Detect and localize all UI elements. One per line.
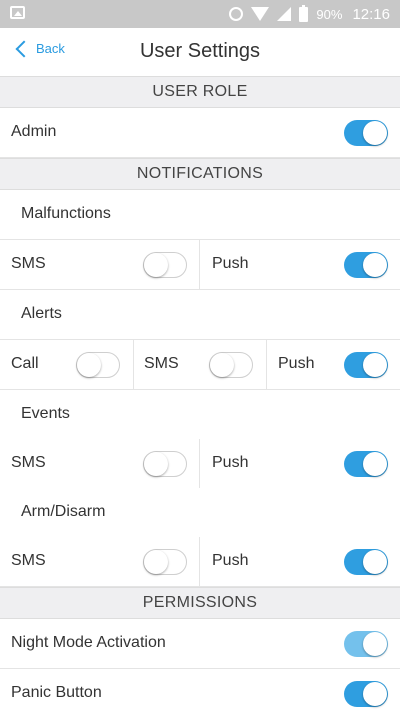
panic-button-row: Panic Button	[0, 669, 400, 711]
malfunctions-push-cell: Push	[200, 240, 400, 289]
events-sms-cell: SMS	[0, 439, 199, 488]
events-push-label: Push	[212, 454, 249, 471]
alerts-header-row: Alerts	[0, 290, 400, 340]
panic-button-toggle[interactable]	[344, 681, 388, 707]
malfunctions-push-label: Push	[212, 255, 249, 272]
malfunctions-header-row: Malfunctions	[0, 190, 400, 240]
admin-toggle[interactable]	[344, 120, 388, 146]
battery-percent: 90%	[316, 6, 343, 22]
arm-disarm-sms-label: SMS	[11, 552, 46, 569]
events-header-row: Events	[0, 390, 400, 440]
arm-disarm-options-row: SMS Push	[0, 537, 400, 587]
night-mode-label: Night Mode Activation	[11, 634, 166, 651]
alerts-sms-label: SMS	[144, 355, 179, 372]
section-header-permissions: PERMISSIONS	[0, 587, 400, 619]
admin-label: Admin	[11, 123, 57, 140]
arm-disarm-label: Arm/Disarm	[21, 503, 106, 520]
malfunctions-sms-cell: SMS	[0, 240, 199, 289]
malfunctions-options-row: SMS Push	[0, 240, 400, 290]
clock: 12:16	[352, 5, 390, 23]
alerts-label: Alerts	[21, 305, 62, 322]
events-push-toggle[interactable]	[344, 451, 388, 477]
arm-disarm-push-toggle[interactable]	[344, 549, 388, 575]
night-mode-toggle[interactable]	[344, 631, 388, 657]
battery-icon	[299, 4, 309, 22]
section-header-user-role: USER ROLE	[0, 76, 400, 108]
arm-disarm-header-row: Arm/Disarm	[0, 488, 400, 538]
signal-icon	[277, 7, 292, 21]
alarm-icon	[229, 7, 244, 21]
section-header-notifications: NOTIFICATIONS	[0, 158, 400, 190]
arm-disarm-push-cell: Push	[200, 537, 400, 586]
alerts-call-toggle[interactable]	[76, 352, 120, 378]
status-icons: 90% 12:16	[229, 3, 390, 25]
events-options-row: SMS Push	[0, 439, 400, 489]
malfunctions-push-toggle[interactable]	[344, 252, 388, 278]
app-header: Back User Settings	[0, 28, 400, 76]
alerts-call-cell: Call	[0, 340, 133, 389]
alerts-push-toggle[interactable]	[344, 352, 388, 378]
alerts-push-label: Push	[278, 355, 315, 372]
alerts-push-cell: Push	[267, 340, 400, 389]
night-mode-row: Night Mode Activation	[0, 619, 400, 669]
alerts-sms-toggle[interactable]	[209, 352, 253, 378]
alerts-call-label: Call	[11, 355, 39, 372]
malfunctions-sms-toggle[interactable]	[143, 252, 187, 278]
events-push-cell: Push	[200, 439, 400, 488]
arm-disarm-sms-cell: SMS	[0, 537, 199, 586]
wifi-icon	[251, 7, 270, 21]
malfunctions-sms-label: SMS	[11, 255, 46, 272]
malfunctions-label: Malfunctions	[21, 205, 111, 222]
admin-row: Admin	[0, 108, 400, 158]
events-label: Events	[21, 405, 70, 422]
events-sms-toggle[interactable]	[143, 451, 187, 477]
arm-disarm-push-label: Push	[212, 552, 249, 569]
arm-disarm-sms-toggle[interactable]	[143, 549, 187, 575]
events-sms-label: SMS	[11, 454, 46, 471]
image-icon	[10, 6, 25, 19]
alerts-sms-cell: SMS	[134, 340, 266, 389]
alerts-options-row: Call SMS Push	[0, 340, 400, 390]
status-bar: 90% 12:16	[0, 0, 400, 28]
panic-button-label: Panic Button	[11, 684, 102, 701]
page-title: User Settings	[139, 40, 261, 62]
